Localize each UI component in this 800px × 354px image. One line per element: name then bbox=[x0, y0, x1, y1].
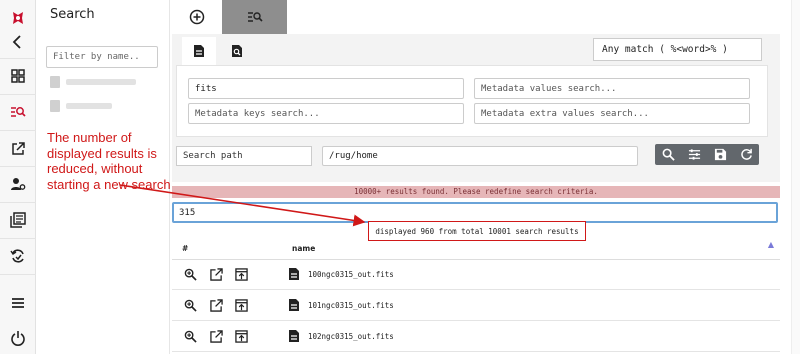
saved-search-item[interactable] bbox=[50, 100, 112, 112]
saved-search-item[interactable] bbox=[50, 76, 136, 88]
page-scrollbar[interactable] bbox=[791, 0, 800, 354]
menu-icon[interactable] bbox=[0, 285, 36, 321]
dashboard-icon[interactable] bbox=[0, 58, 36, 94]
search-list-icon bbox=[247, 12, 263, 22]
user-settings-icon[interactable] bbox=[0, 166, 36, 202]
file-name-link[interactable]: 101ngc0315_out.fits bbox=[308, 301, 394, 310]
refresh-icon bbox=[740, 148, 752, 160]
power-icon[interactable] bbox=[0, 320, 36, 354]
results-filter-input[interactable] bbox=[172, 202, 778, 223]
open-external-icon[interactable] bbox=[0, 131, 36, 167]
zoom-in-icon[interactable] bbox=[184, 299, 197, 312]
saved-search-label-blurred bbox=[66, 79, 136, 85]
save-icon bbox=[714, 148, 726, 161]
search-icon bbox=[662, 148, 675, 161]
file-icon bbox=[289, 330, 299, 342]
metadata-search-tab[interactable] bbox=[220, 37, 254, 65]
open-in-browser-icon[interactable] bbox=[235, 299, 248, 312]
open-external-icon[interactable] bbox=[210, 299, 223, 312]
results-count-label: displayed 960 from total 10001 search re… bbox=[368, 221, 586, 241]
active-search-tab[interactable] bbox=[222, 0, 287, 34]
filter-by-name-input[interactable] bbox=[46, 46, 158, 68]
filter-settings-button[interactable] bbox=[681, 144, 707, 165]
metadata-values-input[interactable] bbox=[474, 78, 750, 99]
document-icon bbox=[194, 45, 204, 57]
saved-search-icon bbox=[50, 100, 60, 112]
sort-ascending-icon[interactable]: ▲ bbox=[768, 240, 774, 249]
table-row: 100ngc0315_out.fits bbox=[172, 260, 780, 290]
table-row: 102ngc0315_out.fits bbox=[172, 322, 780, 352]
open-in-browser-icon[interactable] bbox=[235, 330, 248, 343]
zoom-in-icon[interactable] bbox=[184, 330, 197, 343]
column-header-name[interactable]: name bbox=[292, 244, 315, 253]
search-fields-panel bbox=[176, 65, 768, 137]
file-name-link[interactable]: 102ngc0315_out.fits bbox=[308, 332, 394, 341]
annotation-callout: The number of displayed results is reduc… bbox=[47, 130, 171, 192]
zoom-in-icon[interactable] bbox=[184, 268, 197, 281]
tune-icon bbox=[688, 149, 700, 160]
results-table-header: # name ▲ bbox=[172, 240, 780, 260]
column-header-number[interactable]: # bbox=[182, 244, 188, 253]
open-external-icon[interactable] bbox=[210, 330, 223, 343]
file-name-input[interactable] bbox=[188, 78, 464, 99]
add-circle-icon bbox=[189, 9, 205, 25]
icon-rail bbox=[0, 0, 36, 354]
metadata-extra-values-input[interactable] bbox=[474, 103, 750, 124]
search-action-bar bbox=[655, 144, 759, 165]
metadata-keys-input[interactable] bbox=[188, 103, 464, 124]
file-search-tab[interactable] bbox=[182, 37, 216, 65]
file-name-link[interactable]: 100ngc0315_out.fits bbox=[308, 270, 394, 279]
save-search-button[interactable] bbox=[707, 144, 733, 165]
refresh-button[interactable] bbox=[733, 144, 759, 165]
saved-search-icon bbox=[50, 76, 60, 88]
open-in-browser-icon[interactable] bbox=[235, 268, 248, 281]
saved-search-label-blurred bbox=[66, 103, 112, 109]
run-search-button[interactable] bbox=[655, 144, 681, 165]
table-row: 101ngc0315_out.fits bbox=[172, 291, 780, 321]
back-icon[interactable] bbox=[0, 24, 36, 60]
document-search-icon bbox=[232, 45, 242, 57]
open-external-icon[interactable] bbox=[210, 268, 223, 281]
file-icon bbox=[289, 299, 299, 311]
library-icon[interactable] bbox=[0, 202, 36, 238]
panel-title: Search bbox=[50, 7, 95, 22]
sync-icon[interactable] bbox=[0, 238, 36, 274]
search-path-label: Search path bbox=[176, 146, 312, 166]
search-list-icon[interactable] bbox=[0, 94, 36, 130]
search-path-input[interactable] bbox=[322, 146, 638, 166]
results-warning-banner: 10000+ results found. Please redefine se… bbox=[172, 186, 780, 198]
new-search-tab[interactable] bbox=[172, 0, 222, 34]
file-icon bbox=[289, 268, 299, 280]
match-mode-select[interactable]: Any match ( %<word>% ) bbox=[593, 38, 762, 61]
